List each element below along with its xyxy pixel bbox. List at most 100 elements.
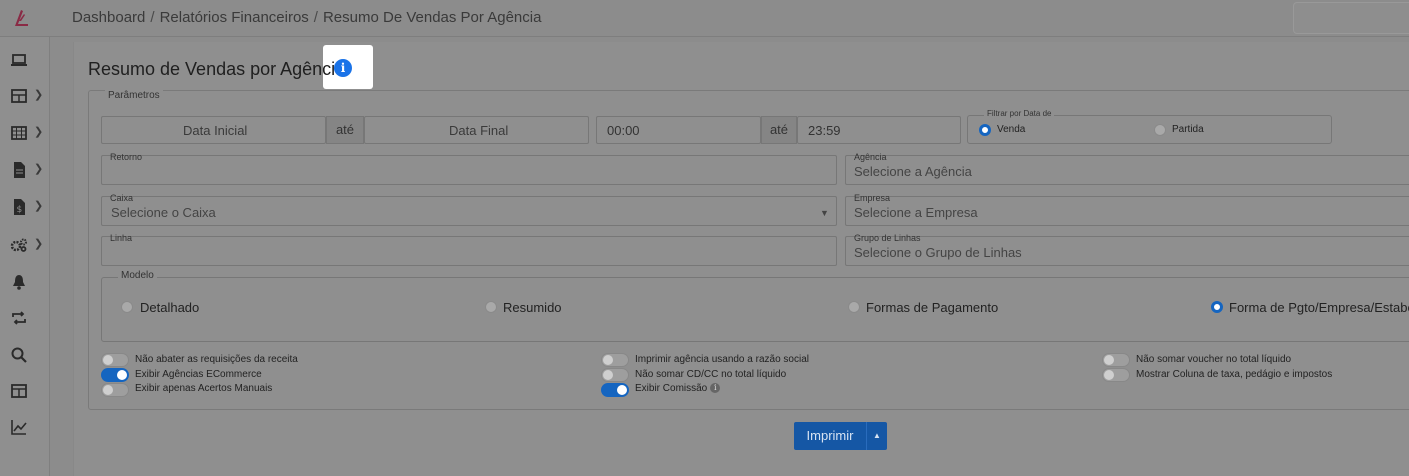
sidebar-item-sync[interactable]: [0, 303, 50, 333]
end-date-input[interactable]: Data Final: [364, 116, 589, 144]
chart-line-icon: [11, 420, 27, 435]
file-icon: [14, 162, 25, 178]
sidebar-item-documents[interactable]: ❯: [0, 155, 50, 185]
toggle-imprimir-razao-social[interactable]: [601, 353, 629, 367]
toggle-knob: [1104, 370, 1114, 380]
print-button[interactable]: Imprimir: [794, 422, 866, 450]
retorno-label: Retorno: [110, 152, 143, 162]
search-icon: [11, 347, 27, 363]
breadcrumb: Dashboard / Relatórios Financeiros / Resumo …: [72, 9, 541, 26]
chevron-right-icon: ❯: [34, 200, 44, 212]
breadcrumb-separator: /: [313, 9, 318, 26]
sidebar-item-charts[interactable]: [0, 412, 50, 442]
retorno-field[interactable]: [101, 155, 837, 185]
end-time-value: 23:59: [808, 123, 841, 138]
toggle-exibir-comissao-label-wrap: Exibir Comissão i: [635, 383, 721, 394]
info-icon[interactable]: i: [710, 383, 721, 394]
toggle-nao-abater-requisicoes-label: Não abater as requisições da receita: [135, 354, 298, 365]
linha-label: Linha: [110, 233, 133, 243]
top-bar: Dashboard / Relatórios Financeiros / Resumo …: [0, 0, 1409, 37]
radio-venda-label: Venda: [997, 124, 1026, 135]
radio-resumido[interactable]: [485, 301, 497, 313]
sidebar-item-tables[interactable]: ❯: [0, 81, 50, 111]
toggle-exibir-comissao[interactable]: [601, 383, 629, 397]
toggle-nao-somar-voucher-label: Não somar voucher no total líquido: [1136, 354, 1292, 365]
print-dropdown-button[interactable]: ▲: [866, 422, 887, 450]
caixa-dropdown-icon[interactable]: ▼: [820, 208, 829, 218]
modelo-legend: Modelo: [118, 270, 157, 281]
chevron-right-icon: ❯: [34, 89, 44, 101]
grupo-linhas-label: Grupo de Linhas: [854, 233, 921, 243]
toggle-knob: [103, 385, 113, 395]
radio-forma-pgto-empresa-label: Forma de Pgto/Empresa/Estabel: [1229, 300, 1409, 315]
date-range-separator: até: [326, 116, 364, 144]
gears-icon: [10, 238, 27, 252]
radio-formas-pagamento[interactable]: [848, 301, 860, 313]
empresa-placeholder: Selecione a Empresa: [854, 205, 978, 220]
sidebar-item-settings[interactable]: ❯: [0, 230, 50, 260]
sidebar-item-columns[interactable]: [0, 376, 50, 406]
toggle-nao-somar-cdcc[interactable]: [601, 368, 629, 382]
time-range-separator: até: [761, 116, 797, 144]
caret-up-icon: ▲: [873, 431, 881, 440]
toggle-knob: [603, 355, 613, 365]
toggle-mostrar-coluna-taxa[interactable]: [1102, 368, 1130, 382]
agencia-label: Agência: [854, 152, 887, 162]
toggle-nao-somar-cdcc-label: Não somar CD/CC no total líquido: [635, 369, 787, 380]
sidebar: ❯ ❯ ❯ $ ❯ ❯: [0, 37, 50, 476]
toggle-exibir-comissao-label: Exibir Comissão: [635, 383, 708, 394]
radio-detalhado[interactable]: [121, 301, 133, 313]
breadcrumb-dashboard[interactable]: Dashboard: [72, 9, 145, 26]
start-date-input[interactable]: Data Inicial: [101, 116, 326, 144]
table-icon: [11, 89, 27, 103]
svg-text:$: $: [17, 205, 23, 215]
sidebar-item-dashboard[interactable]: [0, 45, 50, 75]
toggle-exibir-acertos-manuais-label: Exibir apenas Acertos Manuais: [135, 383, 273, 394]
grid-icon: [11, 126, 27, 140]
sidebar-item-notifications[interactable]: [0, 267, 50, 297]
caixa-placeholder: Selecione o Caixa: [111, 205, 216, 220]
grupo-linhas-placeholder: Selecione o Grupo de Linhas: [854, 245, 1022, 260]
breadcrumb-current: Resumo De Vendas Por Agência: [322, 9, 542, 26]
toggle-knob: [103, 355, 113, 365]
chevron-right-icon: ❯: [34, 126, 44, 138]
date-filter-legend: Filtrar por Data de: [984, 109, 1055, 118]
user-menu-button[interactable]: [1293, 2, 1409, 34]
radio-forma-pgto-empresa[interactable]: [1211, 301, 1223, 313]
toggle-knob: [603, 370, 613, 380]
start-time-value: 00:00: [607, 123, 640, 138]
start-date-placeholder: Data Inicial: [183, 123, 248, 138]
end-time-input[interactable]: 23:59: [797, 116, 961, 144]
chevron-right-icon: ❯: [34, 163, 44, 175]
radio-partida[interactable]: [1154, 124, 1166, 136]
info-icon[interactable]: i: [334, 59, 352, 77]
breadcrumb-relatorios[interactable]: Relatórios Financeiros: [160, 9, 309, 26]
laptop-icon: [11, 54, 27, 66]
radio-detalhado-label: Detalhado: [140, 300, 200, 315]
brand-logo[interactable]: [8, 6, 32, 30]
radio-resumido-label: Resumido: [503, 300, 562, 315]
breadcrumb-separator: /: [150, 9, 155, 26]
toggle-imprimir-razao-social-label: Imprimir agência usando a razão social: [635, 354, 809, 365]
start-time-input[interactable]: 00:00: [596, 116, 761, 144]
sidebar-item-search[interactable]: [0, 340, 50, 370]
toggle-knob: [617, 385, 627, 395]
radio-venda[interactable]: [979, 124, 991, 136]
toggle-knob: [1104, 355, 1114, 365]
end-date-placeholder: Data Final: [449, 123, 509, 138]
empresa-label: Empresa: [854, 193, 891, 203]
toggle-knob: [117, 370, 127, 380]
sidebar-item-financial[interactable]: $ ❯: [0, 192, 50, 222]
toggle-nao-somar-voucher[interactable]: [1102, 353, 1130, 367]
sidebar-item-grid[interactable]: ❯: [0, 118, 50, 148]
toggle-mostrar-coluna-taxa-label: Mostrar Coluna de taxa, pedágio e impost…: [1136, 369, 1333, 380]
toggle-nao-abater-requisicoes[interactable]: [101, 353, 129, 367]
toggle-exibir-acertos-manuais[interactable]: [101, 383, 129, 397]
radio-partida-label: Partida: [1172, 124, 1204, 135]
toggle-exibir-agencias-ecommerce[interactable]: [101, 368, 129, 382]
page-title: Resumo de Vendas por Agência: [88, 59, 346, 79]
caixa-label: Caixa: [110, 193, 134, 203]
radio-formas-pagamento-label: Formas de Pagamento: [866, 300, 999, 315]
agencia-placeholder: Selecione a Agência: [854, 164, 972, 179]
linha-field[interactable]: [101, 236, 837, 266]
